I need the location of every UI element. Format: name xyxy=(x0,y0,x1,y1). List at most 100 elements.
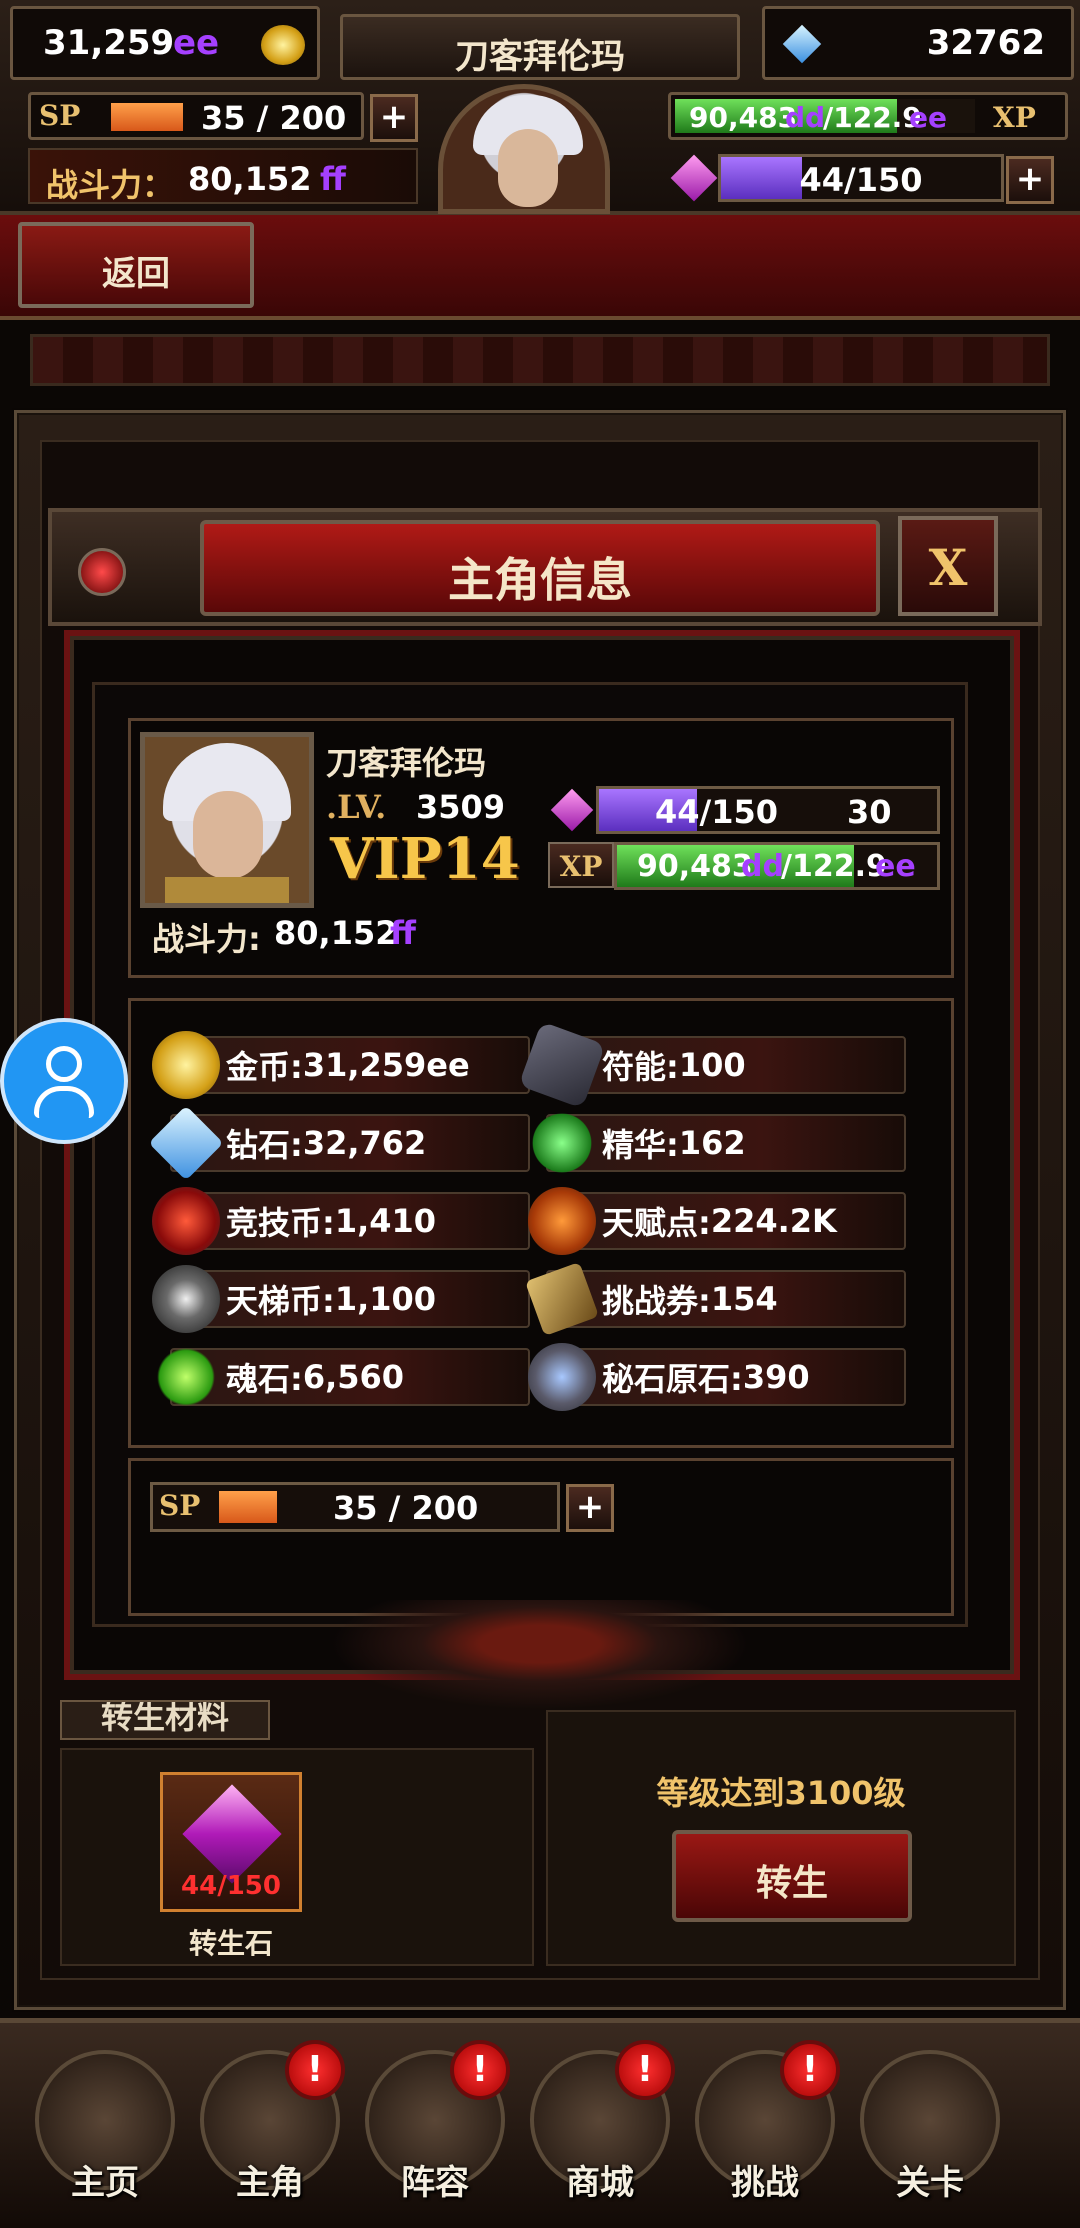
nav-home[interactable]: 主页 xyxy=(30,2040,180,2220)
resource-value: 1,100 xyxy=(334,1280,437,1318)
arena-coin-icon xyxy=(152,1187,220,1255)
demon-ornament xyxy=(330,1600,750,1710)
resources-grid: 金币: 31,259 ee 符能: 100 钻石: 32,762 精华: 162 竞技币:… xyxy=(148,1021,914,1416)
sp-fill xyxy=(111,103,183,131)
rebirth-stone-name: 转生石 xyxy=(188,1927,273,1960)
resource-value: 31,259 xyxy=(302,1046,427,1084)
resource-value: 162 xyxy=(678,1124,746,1162)
resources-grid-inner: 金币: 31,259 ee 符能: 100 钻石: 32,762 精华: 162 竞技币:… xyxy=(148,1021,914,1411)
resource-label: 精华: xyxy=(602,1126,679,1164)
nav-label: 商城 xyxy=(566,2163,634,2203)
notification-badge: ! xyxy=(450,2040,510,2100)
nav-hero[interactable]: 主角! xyxy=(195,2040,345,2220)
profile-power-label: 战斗力: xyxy=(152,920,261,958)
resource-value: 390 xyxy=(742,1358,810,1396)
resource-suffix: K xyxy=(812,1202,837,1240)
resource-row: 秘石原石: 390 xyxy=(528,1343,906,1411)
nav-label: 关卡 xyxy=(896,2163,964,2203)
rebirth-requirement: 等级达到3100级 xyxy=(656,1774,906,1812)
sp-value: 35 / 200 xyxy=(201,99,347,137)
level-label: .LV. xyxy=(326,788,387,826)
nav-label: 主页 xyxy=(71,2163,139,2203)
diamond-icon xyxy=(782,24,822,64)
profile-gem-value: 44/150 xyxy=(655,793,779,831)
nav-challenge[interactable]: 挑战! xyxy=(690,2040,840,2220)
ladder-coin-icon xyxy=(152,1265,220,1333)
user-icon xyxy=(46,1046,82,1082)
nav-stages[interactable]: 关卡 xyxy=(855,2040,1005,2220)
resource-value: 154 xyxy=(710,1280,778,1318)
resource-suffix: ee xyxy=(426,1046,470,1084)
sp-label: SP xyxy=(39,99,81,132)
nav-lineup[interactable]: 阵容! xyxy=(360,2040,510,2220)
gem-bar: 44/150 xyxy=(718,154,1004,202)
back-label: 返回 xyxy=(102,254,170,294)
resource-label: 魂石: xyxy=(226,1360,303,1398)
xp-max-suffix: ee xyxy=(909,101,947,134)
profile-xp-current-suffix: dd xyxy=(741,849,784,884)
xp-max: /122.9 xyxy=(823,101,922,134)
nav-shop[interactable]: 商城! xyxy=(525,2040,675,2220)
resource-label: 符能: xyxy=(602,1048,679,1086)
resource-row: 挑战券: 154 xyxy=(524,1261,906,1337)
sp-panel-add-button[interactable]: + xyxy=(566,1484,614,1532)
portrait-armor xyxy=(165,877,289,903)
sp-panel-fill xyxy=(219,1491,277,1523)
soul-stone-icon xyxy=(152,1343,220,1411)
close-icon: X xyxy=(928,538,968,597)
resource-row: 精华: 162 xyxy=(528,1109,906,1177)
sp-add-button[interactable]: + xyxy=(370,94,418,142)
xp-current: 90,483 xyxy=(689,101,798,134)
vip-badge: VIP14 xyxy=(330,826,520,892)
resource-value: 1,410 xyxy=(334,1202,437,1240)
profile-portrait xyxy=(140,732,314,908)
resource-label: 天赋点: xyxy=(602,1204,711,1242)
profile-name: 刀客拜伦玛 xyxy=(326,744,487,782)
back-button[interactable]: 返回 xyxy=(18,222,254,308)
resource-value: 32,762 xyxy=(302,1124,427,1162)
diamond-counter[interactable]: 32762 xyxy=(762,6,1074,80)
profile-xp-label: XP xyxy=(559,850,603,883)
dialog-title-plate: 主角信息 xyxy=(200,520,880,616)
power-label: 战斗力： xyxy=(46,166,175,204)
avatar-face xyxy=(498,129,558,207)
profile-gem-bar: 44/150 30 xyxy=(596,786,940,834)
close-button[interactable]: X xyxy=(898,516,998,616)
diamond-value: 32762 xyxy=(926,23,1045,63)
essence-icon xyxy=(528,1109,596,1177)
profile-xp-max: /122.9 xyxy=(781,849,887,884)
resource-row: 钻石: 32,762 xyxy=(148,1105,530,1181)
rebirth-button[interactable]: 转生 xyxy=(672,1830,912,1922)
gem-add-button[interactable]: + xyxy=(1006,156,1054,204)
notification-badge: ! xyxy=(780,2040,840,2100)
portrait-face xyxy=(193,791,263,879)
dialog-title: 主角信息 xyxy=(448,553,632,607)
player-name: 刀客拜伦玛 xyxy=(455,37,625,77)
resource-row: 符能: 100 xyxy=(518,1021,906,1109)
sp-panel-track xyxy=(219,1491,277,1523)
nav-label: 阵容 xyxy=(401,2163,469,2203)
materials-tab-label: 转生材料 xyxy=(100,1700,229,1736)
assistant-fab[interactable] xyxy=(0,1018,128,1144)
sp-panel-value: 35 / 200 xyxy=(333,1489,479,1527)
xp-current-suffix: dd xyxy=(785,101,826,134)
profile-gem-extra: 30 xyxy=(847,793,892,831)
resource-label: 秘石原石: xyxy=(602,1360,743,1398)
rebirth-button-label: 转生 xyxy=(755,1863,828,1904)
profile-xp-max-suffix: ee xyxy=(875,849,916,884)
player-name-plate: 刀客拜伦玛 xyxy=(340,14,740,80)
notification-badge: ! xyxy=(615,2040,675,2100)
gold-suffix: ee xyxy=(173,23,220,63)
resource-row: 竞技币: 1,410 xyxy=(152,1187,530,1255)
rebirth-stone-slot[interactable]: 44/150 xyxy=(160,1772,302,1912)
resource-value: 100 xyxy=(678,1046,746,1084)
gold-counter[interactable]: 31,259 ee xyxy=(10,6,320,80)
power-display: 战斗力： 80,152 ff xyxy=(28,148,418,204)
sp-bar: SP 35 / 200 xyxy=(28,92,364,140)
profile-power-value: 80,152 xyxy=(274,914,398,952)
profile-xp-current: 90,483 xyxy=(637,849,753,884)
power-suffix: ff xyxy=(320,160,346,198)
profile-power-suffix: ff xyxy=(390,914,416,952)
resource-row: 魂石: 6,560 xyxy=(152,1343,530,1411)
nav-label: 主角 xyxy=(236,2163,304,2203)
